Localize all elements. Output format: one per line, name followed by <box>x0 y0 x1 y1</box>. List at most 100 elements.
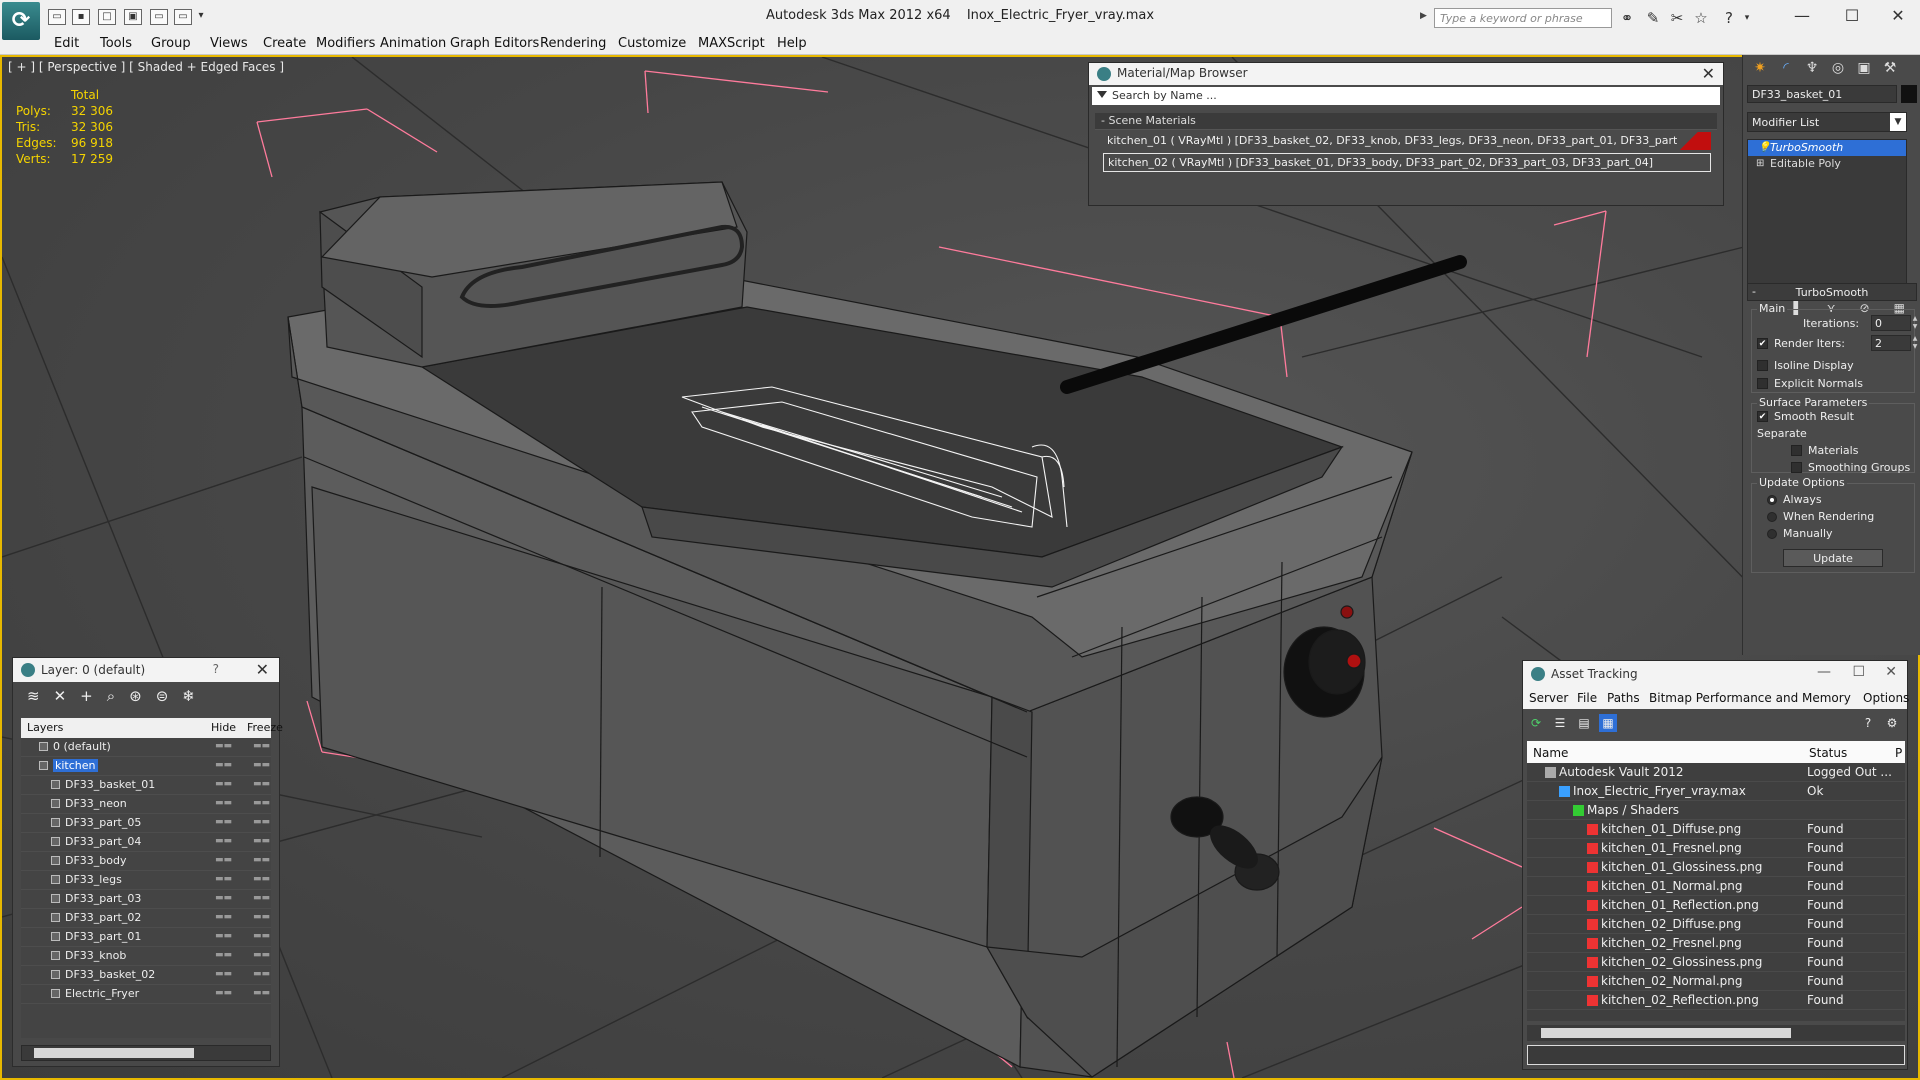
asset-row[interactable]: Autodesk Vault 2012 Logged Out ... <box>1527 763 1905 782</box>
lightbulb-icon[interactable]: 💡 <box>1758 142 1770 153</box>
menu-help[interactable]: Help <box>777 36 807 51</box>
asset-window-titlebar[interactable]: Asset Tracking — ☐ ✕ <box>1523 661 1907 687</box>
asset-row[interactable]: kitchen_02_Reflection.png Found <box>1527 991 1905 1010</box>
horizontal-scrollbar[interactable] <box>1527 1025 1905 1041</box>
freeze-toggle-icon[interactable]: ▬▬ <box>253 741 270 751</box>
options-dropdown-icon[interactable] <box>1097 91 1107 98</box>
menu-maxscript[interactable]: MAXScript <box>698 36 765 51</box>
freeze-toggle-icon[interactable]: ▬▬ <box>253 817 270 827</box>
hide-toggle-icon[interactable]: ▬▬ <box>215 741 232 751</box>
manually-radio[interactable] <box>1767 528 1777 539</box>
hide-toggle-icon[interactable]: ▬▬ <box>215 817 232 827</box>
layer-row[interactable]: DF33_body ▬▬ ▬▬ <box>21 852 271 871</box>
freeze-toggle-icon[interactable]: ▬▬ <box>253 950 270 960</box>
stack-item-editable-poly[interactable]: ⊞ Editable Poly <box>1748 156 1906 172</box>
col-layers[interactable]: Layers <box>27 721 63 734</box>
layer-row[interactable]: DF33_basket_02 ▬▬ ▬▬ <box>21 966 271 985</box>
hide-all-icon[interactable]: ⊜ <box>156 687 169 705</box>
hide-toggle-icon[interactable]: ▬▬ <box>215 931 232 941</box>
add-layer-icon[interactable]: + <box>80 687 93 705</box>
smooth-result-row[interactable]: ✔ Smooth Result <box>1757 410 1854 423</box>
asset-menu-server[interactable]: Server <box>1529 691 1568 705</box>
layer-row[interactable]: Electric_Fryer ▬▬ ▬▬ <box>21 985 271 1004</box>
menu-customize[interactable]: Customize <box>618 36 686 51</box>
asset-row[interactable]: Maps / Shaders <box>1527 801 1905 820</box>
asset-row[interactable]: kitchen_01_Diffuse.png Found <box>1527 820 1905 839</box>
hide-toggle-icon[interactable]: ▬▬ <box>215 836 232 846</box>
close-icon[interactable]: ✕ <box>1702 64 1715 83</box>
maximize-icon[interactable]: ☐ <box>1834 4 1870 28</box>
layer-row[interactable]: kitchen ▬▬ ▬▬ <box>21 757 271 776</box>
layer-row[interactable]: DF33_neon ▬▬ ▬▬ <box>21 795 271 814</box>
hide-toggle-icon[interactable]: ▬▬ <box>215 912 232 922</box>
material-row[interactable]: kitchen_01 ( VRayMtl ) [DF33_basket_02, … <box>1103 132 1711 151</box>
list-view-icon[interactable]: ☰ <box>1551 714 1569 732</box>
hide-toggle-icon[interactable]: ▬▬ <box>215 798 232 808</box>
layer-row[interactable]: DF33_part_04 ▬▬ ▬▬ <box>21 833 271 852</box>
materials-row[interactable]: Materials <box>1791 444 1858 457</box>
freeze-toggle-icon[interactable]: ▬▬ <box>253 779 270 789</box>
menu-edit[interactable]: Edit <box>54 36 79 51</box>
table-view-icon[interactable]: ▦ <box>1599 714 1617 732</box>
minimize-icon[interactable]: — <box>1784 4 1820 28</box>
asset-row[interactable]: kitchen_02_Fresnel.png Found <box>1527 934 1905 953</box>
refresh-icon[interactable]: ⟳ <box>1527 714 1545 732</box>
manually-row[interactable]: Manually <box>1767 527 1833 540</box>
explicit-normals-checkbox[interactable] <box>1757 378 1768 389</box>
help-icon[interactable]: ? <box>1720 9 1738 27</box>
freeze-toggle-icon[interactable]: ▬▬ <box>253 893 270 903</box>
col-name[interactable]: Name <box>1533 746 1568 760</box>
render-iters-row[interactable]: ✔ Render Iters: <box>1757 337 1845 350</box>
col-status[interactable]: Status <box>1809 746 1847 760</box>
close-icon[interactable]: ✕ <box>256 660 269 679</box>
viewport-label[interactable]: [ + ] [ Perspective ] [ Shaded + Edged F… <box>8 60 284 74</box>
freeze-toggle-icon[interactable]: ▬▬ <box>253 988 270 998</box>
scrollbar-thumb[interactable] <box>1541 1028 1791 1038</box>
materials-checkbox[interactable] <box>1791 445 1802 456</box>
tools-icon[interactable]: ✎ <box>1644 9 1662 27</box>
asset-row[interactable]: kitchen_02_Diffuse.png Found <box>1527 915 1905 934</box>
asset-row[interactable]: kitchen_01_Fresnel.png Found <box>1527 839 1905 858</box>
asset-menu-file[interactable]: File <box>1577 691 1597 705</box>
freeze-toggle-icon[interactable]: ▬▬ <box>253 798 270 808</box>
hide-toggle-icon[interactable]: ▬▬ <box>215 779 232 789</box>
smoothing-groups-row[interactable]: Smoothing Groups <box>1791 461 1910 474</box>
freeze-toggle-icon[interactable]: ▬▬ <box>253 931 270 941</box>
layer-row[interactable]: DF33_part_05 ▬▬ ▬▬ <box>21 814 271 833</box>
help-icon[interactable]: ? <box>1859 714 1877 732</box>
settings-icon[interactable]: ⚙ <box>1883 714 1901 732</box>
help-dropdown-icon[interactable]: ▾ <box>1738 9 1756 27</box>
freeze-toggle-icon[interactable]: ▬▬ <box>253 760 270 770</box>
freeze-toggle-icon[interactable]: ▬▬ <box>253 855 270 865</box>
explicit-normals-row[interactable]: Explicit Normals <box>1757 377 1863 390</box>
asset-row[interactable]: kitchen_02_Glossiness.png Found <box>1527 953 1905 972</box>
asset-row[interactable]: kitchen_01_Reflection.png Found <box>1527 896 1905 915</box>
binoculars-icon[interactable]: ⚭ <box>1618 9 1636 27</box>
menu-group[interactable]: Group <box>151 36 191 51</box>
layer-row[interactable]: DF33_part_02 ▬▬ ▬▬ <box>21 909 271 928</box>
stack-item-turbosmooth[interactable]: 💡 TurboSmooth <box>1748 140 1906 156</box>
favorites-star-icon[interactable]: ☆ <box>1692 9 1710 27</box>
hide-toggle-icon[interactable]: ▬▬ <box>215 950 232 960</box>
asset-row[interactable]: kitchen_01_Normal.png Found <box>1527 877 1905 896</box>
scene-materials-group[interactable]: - Scene Materials <box>1095 113 1717 130</box>
motion-tab-icon[interactable]: ◎ <box>1825 57 1851 79</box>
delete-layer-icon[interactable]: ✕ <box>54 687 67 705</box>
search-input[interactable]: Type a keyword or phrase <box>1434 8 1612 28</box>
asset-row[interactable]: kitchen_02_Normal.png Found <box>1527 972 1905 991</box>
isoline-display-row[interactable]: Isoline Display <box>1757 359 1854 372</box>
freeze-toggle-icon[interactable]: ▬▬ <box>253 912 270 922</box>
modify-tab-icon[interactable]: ◜ <box>1773 57 1799 79</box>
app-logo-icon[interactable]: ⟳ <box>2 2 40 40</box>
col-hide[interactable]: Hide <box>211 721 236 734</box>
isoline-display-checkbox[interactable] <box>1757 360 1768 371</box>
layer-row[interactable]: 0 (default) ▬▬ ▬▬ <box>21 738 271 757</box>
col-p[interactable]: P <box>1895 746 1902 760</box>
always-radio[interactable] <box>1767 494 1777 505</box>
object-color-swatch[interactable] <box>1901 85 1917 103</box>
horizontal-scrollbar[interactable] <box>21 1045 271 1061</box>
update-button[interactable]: Update <box>1783 549 1883 567</box>
layer-row[interactable]: DF33_basket_01 ▬▬ ▬▬ <box>21 776 271 795</box>
hide-toggle-icon[interactable]: ▬▬ <box>215 760 232 770</box>
freeze-toggle-icon[interactable]: ▬▬ <box>253 874 270 884</box>
